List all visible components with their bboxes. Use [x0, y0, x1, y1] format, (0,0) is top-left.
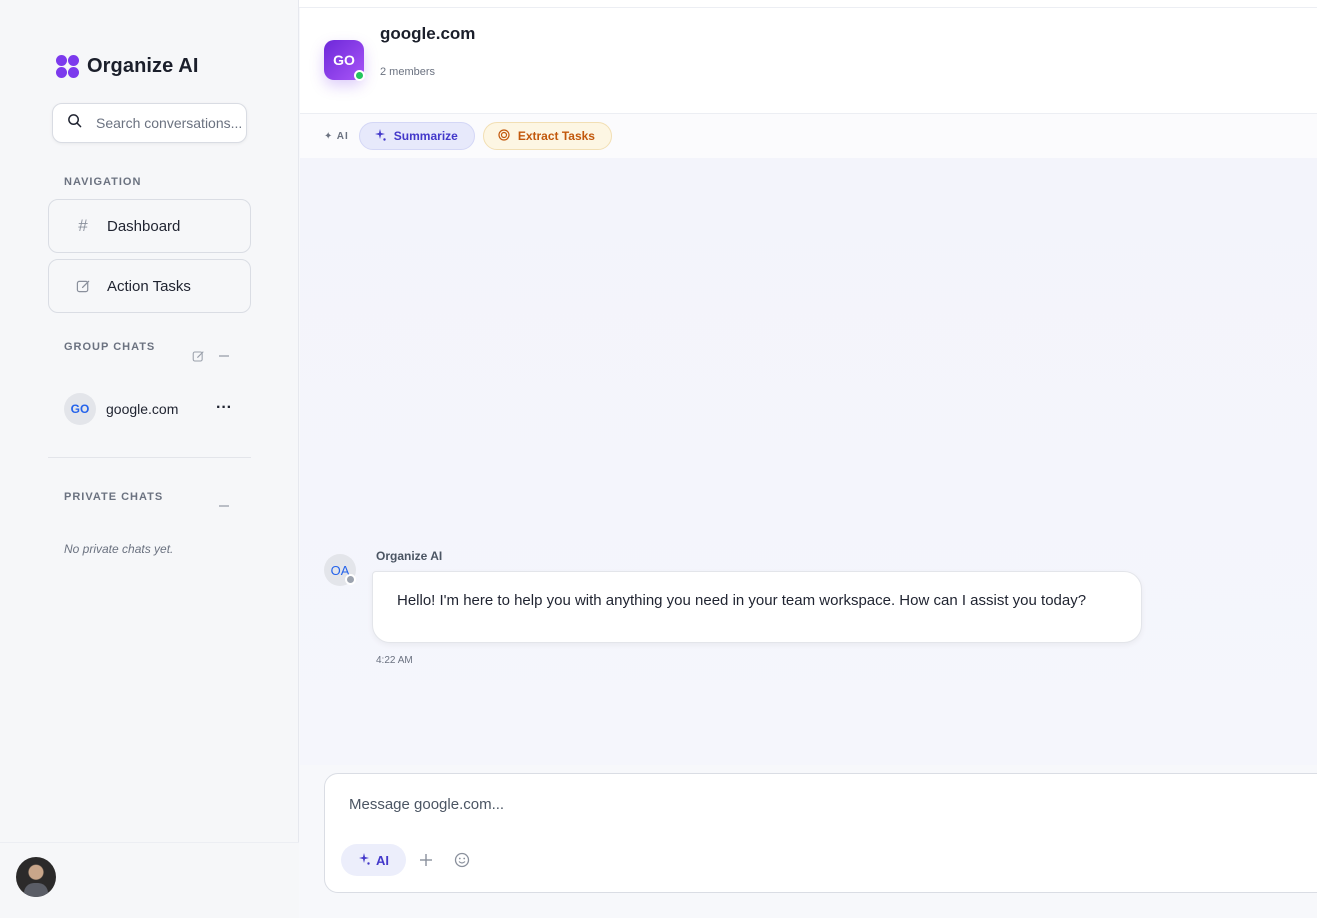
message-time: 4:22 AM [376, 655, 413, 666]
ai-actions-bar: ✦ AI Summarize Extract Tasks [300, 114, 1317, 158]
extract-tasks-label: Extract Tasks [517, 129, 595, 143]
message-sender: Organize AI [376, 549, 443, 563]
message-list[interactable]: OA Organize AI Hello! I'm here to help y… [300, 158, 1317, 765]
summarize-button[interactable]: Summarize [358, 122, 475, 150]
plus-icon[interactable] [412, 846, 440, 874]
nav-item-label: Dashboard [107, 217, 181, 235]
extract-tasks-button[interactable]: Extract Tasks [482, 122, 612, 150]
user-avatar[interactable] [16, 857, 56, 897]
sparkles-icon [374, 128, 386, 144]
sparkles-icon [358, 852, 370, 868]
nav-item-dashboard[interactable]: # Dashboard [48, 199, 251, 253]
collapse-private-chats-icon[interactable] [218, 500, 230, 512]
hash-icon: # [78, 216, 88, 235]
private-chats-label: PRIVATE CHATS [64, 491, 164, 503]
avatar: GO [64, 393, 96, 425]
group-chats-label: GROUP CHATS [64, 341, 156, 353]
app-name: Organize AI [87, 55, 199, 77]
brand[interactable]: Organize AI [56, 55, 199, 78]
navigation-label: NAVIGATION [64, 176, 142, 188]
online-status-dot [354, 70, 365, 81]
nav-item-action-tasks[interactable]: Action Tasks [48, 259, 251, 313]
sidebar-divider [48, 457, 251, 458]
message-input[interactable] [349, 796, 1249, 813]
ai-assist-button[interactable]: AI [341, 844, 406, 876]
summarize-label: Summarize [393, 129, 458, 143]
chat-title: google.com [380, 24, 476, 43]
nav-item-label: Action Tasks [107, 277, 191, 295]
ai-button-label: AI [376, 852, 389, 868]
sidebar: Organize AI NAVIGATION # Dashboard Actio… [0, 0, 299, 918]
search-input[interactable] [96, 115, 246, 131]
more-options-icon[interactable]: ··· [216, 399, 232, 417]
search-icon [67, 113, 82, 133]
collapse-group-chats-icon[interactable] [218, 350, 230, 362]
chat-main: GO google.com 2 members ✦ AI Summarize E… [300, 8, 1317, 918]
group-chat-name: google.com [106, 401, 179, 417]
target-icon [498, 128, 510, 144]
private-chats-empty: No private chats yet. [64, 542, 174, 556]
new-group-icon[interactable] [191, 349, 205, 363]
status-dot [345, 574, 356, 585]
ai-tag: ✦ AI [324, 130, 349, 142]
chat-header: GO google.com 2 members [300, 8, 1317, 114]
message-composer: AI [324, 773, 1317, 893]
message-bubble: Hello! I'm here to help you with anythin… [372, 571, 1142, 643]
member-count[interactable]: 2 members [380, 66, 435, 78]
emoji-icon[interactable] [448, 846, 476, 874]
edit-icon [75, 278, 91, 294]
search-box[interactable] [52, 103, 247, 143]
logo-icon [56, 55, 79, 78]
